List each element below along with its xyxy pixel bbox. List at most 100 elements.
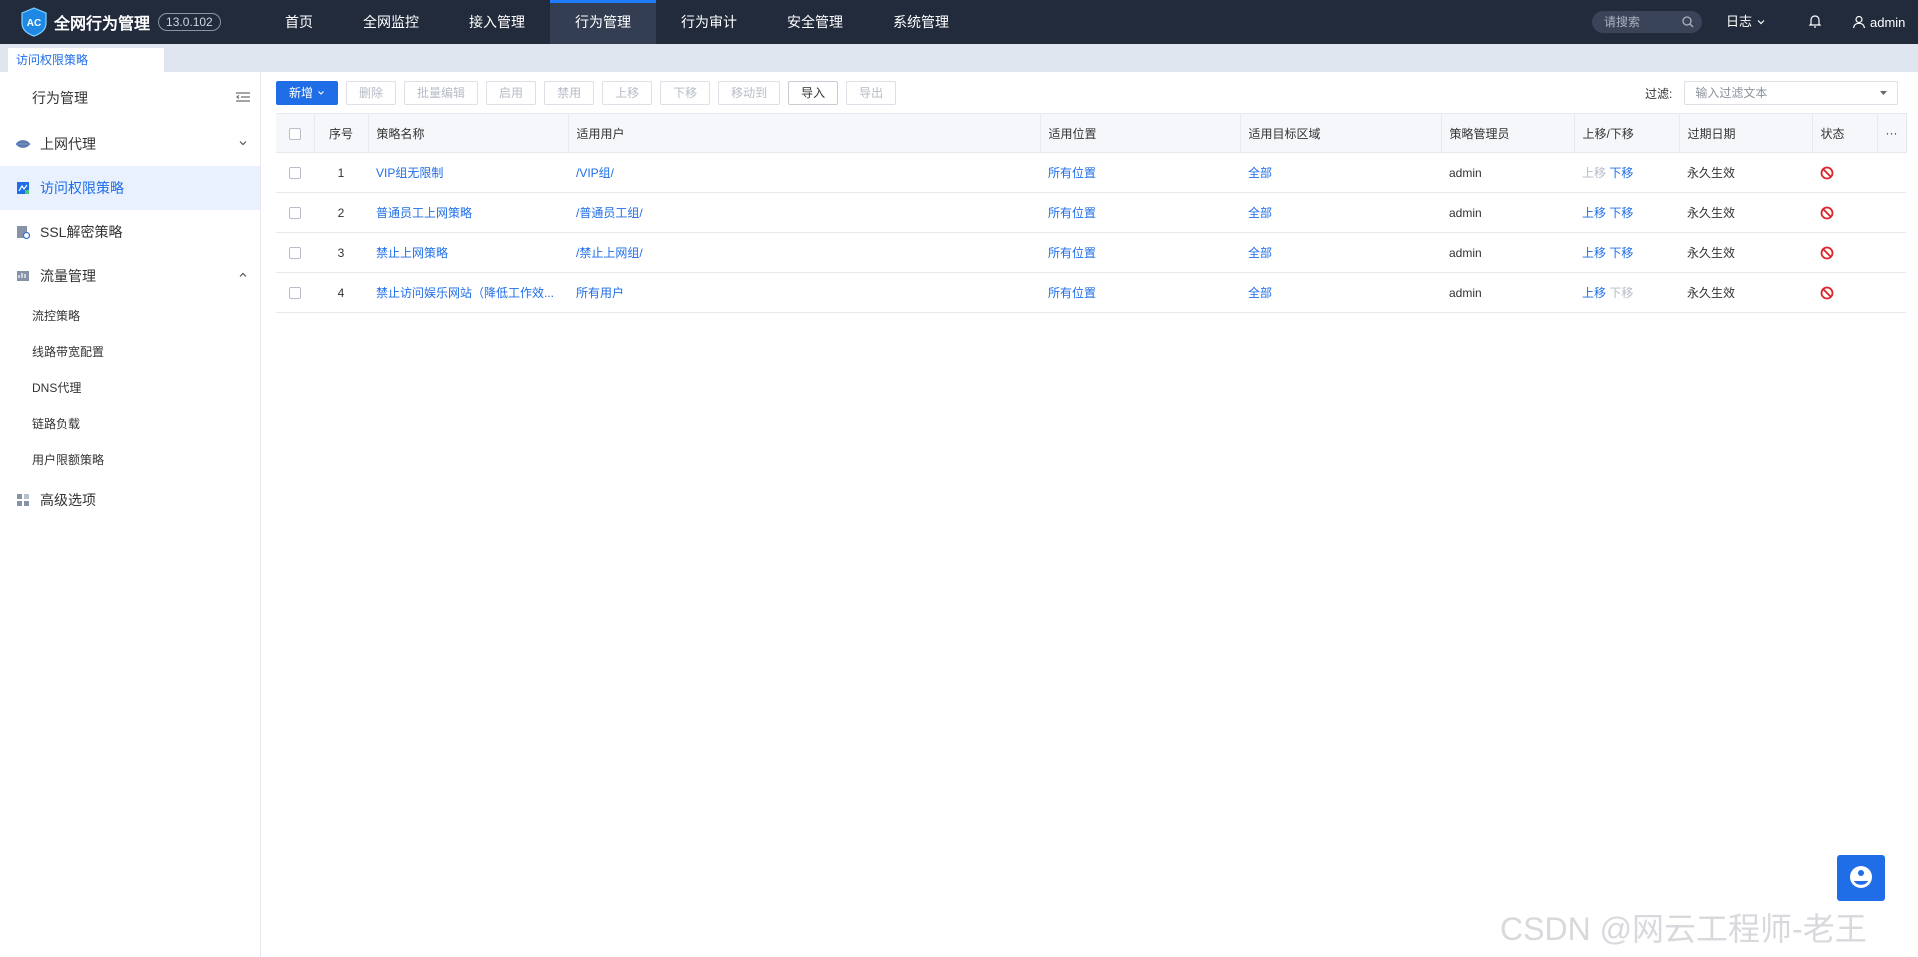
move-to-button[interactable]: 移动到 — [718, 81, 781, 105]
sidebar-item-access-policy[interactable]: 访问权限策略 — [0, 166, 260, 210]
target-zone-link[interactable]: 全部 — [1240, 152, 1441, 193]
row-checkbox[interactable] — [289, 247, 301, 260]
sidebar-subitem-bandwidth[interactable]: 线路带宽配置 — [32, 334, 104, 370]
collapse-menu-icon[interactable] — [236, 91, 250, 103]
add-button[interactable]: 新增 — [276, 81, 339, 105]
status-cell — [1812, 152, 1877, 193]
disabled-status-icon[interactable] — [1820, 286, 1834, 300]
col-index[interactable]: 序号 — [314, 113, 369, 153]
assistant-button[interactable] — [1837, 855, 1885, 901]
app-logo[interactable]: AC 全网行为管理 13.0.102 — [20, 7, 221, 37]
tab-access-policy[interactable]: 访问权限策略 — [8, 48, 164, 72]
col-name[interactable]: 策略名称 — [368, 113, 569, 153]
location-link[interactable]: 所有位置 — [1040, 192, 1240, 233]
log-menu[interactable]: 日志 — [1726, 0, 1766, 44]
table-row[interactable]: 4 禁止访问娱乐网站（降低工作效... 所有用户 所有位置 全部 admin 上… — [276, 272, 1906, 313]
bell-icon[interactable] — [1807, 13, 1823, 29]
sidebar-subitem-user-quota[interactable]: 用户限额策略 — [32, 442, 104, 478]
filter-input[interactable] — [1695, 82, 1876, 104]
col-move[interactable]: 上移/下移 — [1574, 113, 1680, 153]
policy-name-link[interactable]: 禁止访问娱乐网站（降低工作效... — [368, 272, 568, 313]
nav-item-audit[interactable]: 行为审计 — [656, 0, 762, 44]
enable-button[interactable]: 启用 — [486, 81, 537, 105]
move-down-link[interactable]: 下移 — [1609, 206, 1633, 220]
move-up-button[interactable]: 上移 — [602, 81, 653, 105]
search-input[interactable] — [1604, 11, 1684, 33]
sidebar-subitem-flow-control[interactable]: 流控策略 — [32, 298, 80, 334]
status-cell — [1812, 272, 1877, 313]
move-up-link[interactable]: 上移 — [1582, 206, 1606, 220]
row-checkbox[interactable] — [289, 167, 301, 180]
table-row[interactable]: 1 VIP组无限制 /VIP组/ 所有位置 全部 admin 上移 下移 永久生… — [276, 152, 1906, 193]
disabled-status-icon[interactable] — [1820, 246, 1834, 260]
row-checkbox-cell — [276, 192, 314, 233]
move-up-link[interactable]: 上移 — [1582, 286, 1606, 300]
move-down-link[interactable]: 下移 — [1609, 166, 1633, 180]
sidebar-item-ssl[interactable]: SSL解密策略 — [0, 210, 260, 254]
table-row[interactable]: 2 普通员工上网策略 /普通员工组/ 所有位置 全部 admin 上移 下移 永… — [276, 192, 1906, 233]
nav-item-security[interactable]: 安全管理 — [762, 0, 868, 44]
table-row[interactable]: 3 禁止上网策略 /禁止上网组/ 所有位置 全部 admin 上移 下移 永久生… — [276, 232, 1906, 273]
users-link[interactable]: /VIP组/ — [568, 152, 1040, 193]
users-link[interactable]: /禁止上网组/ — [568, 232, 1040, 273]
col-users[interactable]: 适用用户 — [568, 113, 1041, 153]
policy-name-link[interactable]: 禁止上网策略 — [368, 232, 568, 273]
nav-item-system[interactable]: 系统管理 — [868, 0, 974, 44]
col-expire[interactable]: 过期日期 — [1679, 113, 1813, 153]
nav-item-home[interactable]: 首页 — [260, 0, 338, 44]
sidebar-item-label: 访问权限策略 — [40, 180, 124, 196]
target-zone-link[interactable]: 全部 — [1240, 192, 1441, 233]
more-columns-icon[interactable]: ··· — [1877, 113, 1907, 153]
disabled-status-icon[interactable] — [1820, 206, 1834, 220]
col-target-zone[interactable]: 适用目标区域 — [1240, 113, 1442, 153]
filter-select[interactable] — [1684, 81, 1899, 105]
location-link[interactable]: 所有位置 — [1040, 232, 1240, 273]
move-up-link[interactable]: 上移 — [1582, 246, 1606, 260]
move-up-link[interactable]: 上移 — [1582, 166, 1606, 180]
row-checkbox-cell — [276, 152, 314, 193]
delete-button[interactable]: 删除 — [346, 81, 397, 105]
col-admin[interactable]: 策略管理员 — [1441, 113, 1575, 153]
more-cell — [1877, 272, 1906, 313]
users-link[interactable]: 所有用户 — [568, 272, 1040, 313]
sidebar-item-traffic[interactable]: 流量管理 — [0, 254, 260, 298]
policy-name-link[interactable]: 普通员工上网策略 — [368, 192, 568, 233]
target-zone-link[interactable]: 全部 — [1240, 232, 1441, 273]
sidebar-subitem-dns-proxy[interactable]: DNS代理 — [32, 370, 81, 406]
sidebar-subitem-link-load[interactable]: 链路负载 — [32, 406, 80, 442]
sidebar-item-label: SSL解密策略 — [40, 224, 123, 240]
nav-item-access[interactable]: 接入管理 — [444, 0, 550, 44]
location-link[interactable]: 所有位置 — [1040, 152, 1240, 193]
location-link[interactable]: 所有位置 — [1040, 272, 1240, 313]
col-status[interactable]: 状态 — [1812, 113, 1878, 153]
policy-name-link[interactable]: VIP组无限制 — [368, 152, 568, 193]
disabled-status-icon[interactable] — [1820, 166, 1834, 180]
batch-edit-button[interactable]: 批量编辑 — [404, 81, 479, 105]
sidebar-title: 行为管理 — [32, 90, 88, 106]
tab-strip: 访问权限策略 — [0, 44, 1918, 72]
target-zone-link[interactable]: 全部 — [1240, 272, 1441, 313]
log-label: 日志 — [1726, 14, 1753, 29]
row-checkbox-cell — [276, 232, 314, 273]
assistant-icon — [1850, 866, 1872, 888]
move-down-link[interactable]: 下移 — [1609, 246, 1633, 260]
sidebar-item-advanced[interactable]: 高级选项 — [0, 478, 260, 522]
move-down-button[interactable]: 下移 — [660, 81, 711, 105]
grid-icon — [17, 494, 29, 506]
col-location[interactable]: 适用位置 — [1040, 113, 1241, 153]
move-down-link[interactable]: 下移 — [1609, 286, 1633, 300]
access-policy-icon — [17, 182, 29, 194]
search-icon[interactable] — [1682, 16, 1694, 28]
import-button[interactable]: 导入 — [788, 81, 839, 105]
users-link[interactable]: /普通员工组/ — [568, 192, 1040, 233]
row-checkbox[interactable] — [289, 287, 301, 300]
row-checkbox[interactable] — [289, 207, 301, 220]
export-button[interactable]: 导出 — [846, 81, 897, 105]
sidebar-item-proxy[interactable]: 上网代理 — [0, 122, 260, 166]
user-menu[interactable]: admin — [1852, 0, 1905, 44]
admin-cell: admin — [1441, 152, 1574, 193]
disable-button[interactable]: 禁用 — [544, 81, 595, 105]
nav-item-monitor[interactable]: 全网监控 — [338, 0, 444, 44]
select-all-checkbox[interactable] — [288, 127, 301, 140]
nav-item-behavior[interactable]: 行为管理 — [550, 0, 656, 44]
